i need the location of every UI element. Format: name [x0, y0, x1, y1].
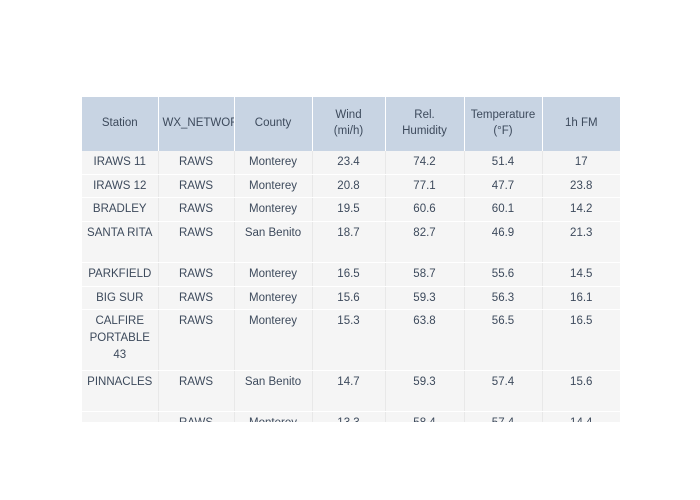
cell-station	[82, 411, 159, 422]
column-header-wind[interactable]: Wind (mi/h)	[312, 97, 386, 151]
cell-wind: 16.5	[312, 262, 386, 287]
column-header-1h-fm[interactable]: 1h FM	[542, 97, 620, 151]
cell-station: CALFIRE PORTABLE 43	[82, 309, 159, 372]
cell-network: RAWS	[158, 309, 235, 372]
cell-county: Monterey	[234, 411, 313, 422]
cell-station: PINNACLES	[82, 370, 159, 413]
cell-wind: 20.8	[312, 174, 386, 199]
cell-wind: 18.7	[312, 221, 386, 264]
cell-network: RAWS	[158, 286, 235, 311]
table-row[interactable]: RAWSMonterey13.358.457.414.4	[82, 411, 620, 422]
table-header: Station WX_NETWORK County Wind (mi/h) Re…	[82, 97, 620, 151]
cell-rh: 82.7	[385, 221, 465, 264]
cell-network: RAWS	[158, 221, 235, 264]
cell-network: RAWS	[158, 262, 235, 287]
table-header-row: Station WX_NETWORK County Wind (mi/h) Re…	[82, 97, 620, 151]
cell-fm: 14.5	[542, 262, 620, 287]
column-header-rel-humidity[interactable]: Rel. Humidity	[385, 97, 465, 151]
cell-county: Monterey	[234, 174, 313, 199]
cell-fm: 17	[542, 151, 620, 175]
cell-wind: 23.4	[312, 151, 386, 175]
cell-station: BRADLEY	[82, 197, 159, 223]
cell-county: Monterey	[234, 262, 313, 287]
table-row[interactable]: PINNACLES RAWS San Benito 14.7 59.3 57.4 15.6	[82, 370, 620, 413]
weather-observations-table: Station WX_NETWORK County Wind (mi/h) Re…	[82, 97, 620, 422]
cell-county: Monterey	[234, 286, 313, 311]
cell-temp: 51.4	[464, 151, 543, 175]
table-row[interactable]: BRADLEY RAWS Monterey 19.5 60.6 60.1 14.2	[82, 197, 620, 223]
table-row[interactable]: BIG SUR RAWS Monterey 15.6 59.3 56.3 16.1	[82, 286, 620, 311]
cell-county: Monterey	[234, 309, 313, 372]
column-header-rh-line1: Rel.	[414, 109, 435, 122]
cell-wind: 15.6	[312, 286, 386, 311]
cell-network: RAWS	[158, 370, 235, 413]
cell-wind: 19.5	[312, 197, 386, 223]
cell-temp: 56.5	[464, 309, 543, 372]
cell-temp: 55.6	[464, 262, 543, 287]
cell-temp: 47.7	[464, 174, 543, 199]
cell-rh: 63.8	[385, 309, 465, 372]
cell-temp: 56.3	[464, 286, 543, 311]
column-header-county[interactable]: County	[234, 97, 313, 151]
table-row[interactable]: IRAWS 12 RAWS Monterey 20.8 77.1 47.7 23.8	[82, 174, 620, 199]
cell-rh: 77.1	[385, 174, 465, 199]
cell-county: Monterey	[234, 197, 313, 223]
cell-station: PARKFIELD	[82, 262, 159, 287]
table-row[interactable]: IRAWS 11 RAWS Monterey 23.4 74.2 51.4 17	[82, 151, 620, 175]
cell-wind: 14.7	[312, 370, 386, 413]
cell-station: IRAWS 11	[82, 151, 159, 175]
cell-network: RAWS	[158, 411, 235, 422]
column-header-station[interactable]: Station	[82, 97, 159, 151]
cell-temp: 57.4	[464, 411, 543, 422]
table-row[interactable]: PARKFIELD RAWS Monterey 16.5 58.7 55.6 14.5	[82, 262, 620, 287]
cell-fm: 14.4	[542, 411, 620, 422]
column-header-temp-line2: (°F)	[493, 125, 513, 137]
column-header-wind-line2: (mi/h)	[333, 125, 364, 137]
cell-temp: 57.4	[464, 370, 543, 413]
cell-rh: 58.4	[385, 411, 465, 422]
cell-rh: 74.2	[385, 151, 465, 175]
cell-fm: 23.8	[542, 174, 620, 199]
cell-fm: 21.3	[542, 221, 620, 264]
cell-station: IRAWS 12	[82, 174, 159, 199]
cell-county: Monterey	[234, 151, 313, 175]
cell-temp: 46.9	[464, 221, 543, 264]
column-header-rh-line2: Humidity	[402, 125, 447, 137]
column-header-temp-line1: Temperature	[470, 109, 536, 122]
column-header-wx-network[interactable]: WX_NETWORK	[158, 97, 235, 151]
column-header-temperature[interactable]: Temperature (°F)	[464, 97, 543, 151]
cell-wind: 15.3	[312, 309, 386, 372]
cell-rh: 59.3	[385, 370, 465, 413]
cell-network: RAWS	[158, 174, 235, 199]
table-row[interactable]: SANTA RITA RAWS San Benito 18.7 82.7 46.9 21.3	[82, 221, 620, 264]
cell-temp: 60.1	[464, 197, 543, 223]
cell-station: BIG SUR	[82, 286, 159, 311]
cell-county: San Benito	[234, 370, 313, 413]
cell-fm: 15.6	[542, 370, 620, 413]
cell-network: RAWS	[158, 151, 235, 175]
cell-rh: 60.6	[385, 197, 465, 223]
cell-wind: 13.3	[312, 411, 386, 422]
cell-rh: 58.7	[385, 262, 465, 287]
cell-fm: 16.5	[542, 309, 620, 372]
cell-fm: 16.1	[542, 286, 620, 311]
table-scroll-clip[interactable]: Station WX_NETWORK County Wind (mi/h) Re…	[82, 97, 620, 422]
table-row[interactable]: CALFIRE PORTABLE 43 RAWS Monterey 15.3 63.8 5…	[82, 309, 620, 372]
column-header-wind-line1: Wind	[335, 109, 362, 122]
cell-rh: 59.3	[385, 286, 465, 311]
table-body: IRAWS 11 RAWS Monterey 23.4 74.2 51.4 17 IRAWS …	[82, 151, 620, 422]
cell-fm: 14.2	[542, 197, 620, 223]
screenshot-viewport: Station WX_NETWORK County Wind (mi/h) Re…	[0, 0, 700, 500]
cell-network: RAWS	[158, 197, 235, 223]
cell-station: SANTA RITA	[82, 221, 159, 264]
cell-county: San Benito	[234, 221, 313, 264]
